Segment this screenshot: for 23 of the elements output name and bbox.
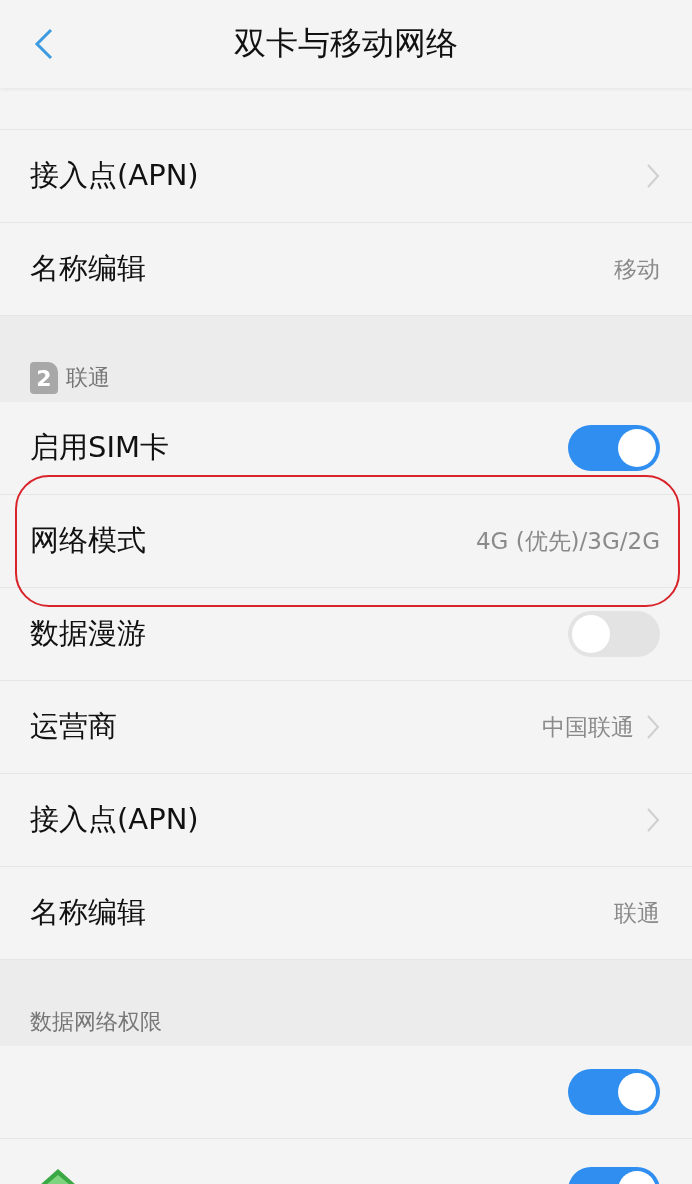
setting-value: 联通 <box>614 898 660 928</box>
setting-label: 启用SIM卡 <box>30 429 170 466</box>
window-title: 双卡与移动网络 <box>234 23 458 64</box>
back-icon <box>34 28 54 60</box>
sim-badge: 2 <box>30 362 58 394</box>
setting-label: 接入点(APN) <box>30 157 200 194</box>
setting-value: 移动 <box>614 254 660 284</box>
setting-value: 4G (优先)/3G/2G <box>475 526 660 556</box>
section-heading: 联通 <box>66 364 110 392</box>
setting-label: 数据漫游 <box>30 615 147 652</box>
chevron-icon <box>646 807 660 833</box>
chevron-icon <box>646 714 660 740</box>
setting-label: 网络模式 <box>30 522 147 559</box>
setting-label: 名称编辑 <box>30 894 147 931</box>
setting-label: 接入点(APN) <box>30 801 200 838</box>
chevron-icon <box>646 163 660 189</box>
setting-label: 运营商 <box>30 708 118 745</box>
section-heading: 数据网络权限 <box>30 1008 162 1036</box>
toggle-switch[interactable] <box>568 611 660 657</box>
toggle-switch[interactable] <box>568 425 660 471</box>
setting-value: 中国联通 <box>542 712 634 742</box>
toggle-switch[interactable] <box>568 1069 660 1115</box>
setting-label: 名称编辑 <box>30 250 147 287</box>
